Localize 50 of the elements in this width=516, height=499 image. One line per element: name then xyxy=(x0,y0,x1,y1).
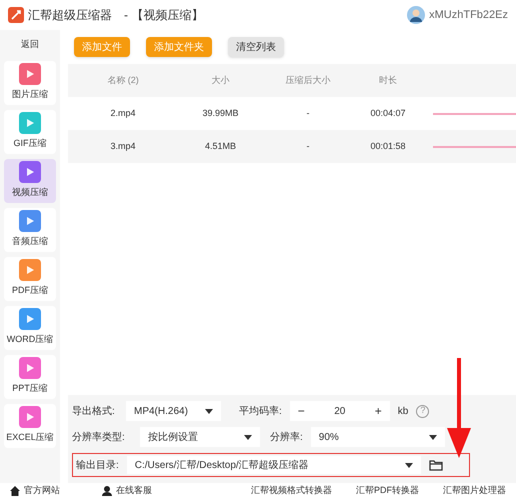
table-cell-text: 00:04:07 xyxy=(369,106,407,120)
home-icon xyxy=(10,486,20,496)
back-link[interactable]: 返回 xyxy=(21,34,39,56)
user-name[interactable]: xMUzhTFb22Ez xyxy=(429,6,508,24)
output-path-dropdown[interactable]: C:/Users/汇帮/Desktop/汇帮超级压缩器 xyxy=(126,456,421,474)
table-cell-text: 00:01:58 xyxy=(369,140,407,153)
sidebar-item[interactable]: WORD压缩 xyxy=(4,306,56,350)
table-cell-text: 39.99MB xyxy=(201,106,240,120)
footer-link[interactable]: 汇帮视频格式转换器 xyxy=(251,484,332,498)
table-cell-text: 4.51MB xyxy=(204,140,238,153)
field-label: 分辨率: xyxy=(270,430,303,444)
field-label: 导出格式: xyxy=(72,404,116,418)
table-cell-text: 3.mp4 xyxy=(109,140,136,153)
field-label: 输出目录: xyxy=(76,458,119,472)
app-logo-icon xyxy=(8,7,24,23)
caret-icon xyxy=(244,434,252,440)
window-subtitle: - 【视频压缩】 xyxy=(124,7,204,24)
sidebar-item[interactable]: EXCEL压缩 xyxy=(4,404,56,448)
footer-link[interactable]: 官方网站 xyxy=(24,484,60,498)
sidebar-item[interactable]: GIF压缩 xyxy=(4,110,56,154)
field-label: 分辨率类型: xyxy=(72,430,126,444)
sidebar-item[interactable]: PPT压缩 xyxy=(4,354,56,398)
column-header: 名称 (2) xyxy=(106,74,140,87)
resolution-type-dropdown[interactable]: 按比例设置 xyxy=(140,427,260,447)
sidebar-item[interactable]: 图片压缩 xyxy=(4,60,56,104)
sidebar-item[interactable]: PDF压缩 xyxy=(4,256,56,300)
column-header: 压缩后大小 xyxy=(284,74,332,87)
column-header: 大小 xyxy=(210,74,230,87)
folder-icon[interactable] xyxy=(428,459,443,471)
footer-link[interactable]: 汇帮图片处理器 xyxy=(443,484,506,498)
unit-label: kb xyxy=(398,404,408,418)
field-label: 平均码率: xyxy=(239,404,282,418)
clear-button[interactable]: 清空列表 xyxy=(228,37,284,57)
window-title: 汇帮超级压缩器 xyxy=(28,7,112,24)
caret-icon xyxy=(205,408,213,414)
column-header: 时长 xyxy=(378,74,398,87)
table-cell-text: 2.mp4 xyxy=(109,106,136,120)
person-icon xyxy=(102,486,112,496)
caret-icon xyxy=(428,434,437,440)
footer-link[interactable]: 在线客服 xyxy=(116,484,152,498)
footer-link[interactable]: 汇帮PDF转换器 xyxy=(356,484,419,498)
sidebar-item[interactable]: 视频压缩 xyxy=(4,158,56,202)
resolution-dropdown[interactable]: 90% xyxy=(310,427,445,447)
table-cell-text: - xyxy=(306,140,310,153)
format-dropdown[interactable]: MP4(H.264) xyxy=(126,401,221,421)
table-cell-text: - xyxy=(306,106,310,120)
avatar-icon[interactable] xyxy=(407,6,426,24)
bitrate-stepper[interactable]: − 20 + xyxy=(290,401,390,421)
caret-icon xyxy=(404,462,413,468)
sidebar-item[interactable]: 音频压缩 xyxy=(4,208,56,252)
